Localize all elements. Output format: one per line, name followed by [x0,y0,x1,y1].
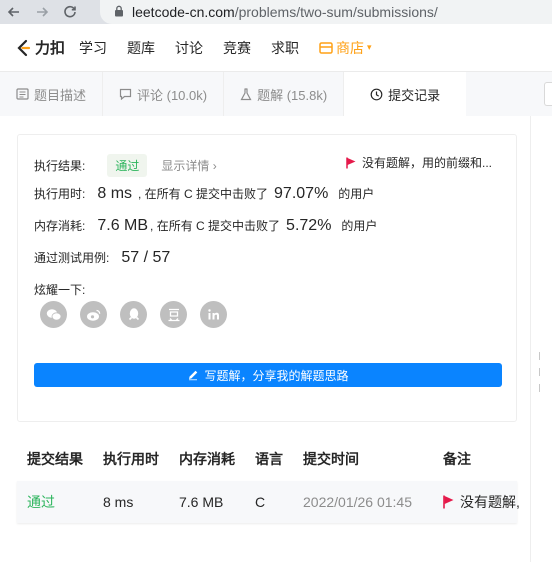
tab-label: 评论 (10.0k) [137,87,208,103]
row-runtime: 8 ms [103,494,134,510]
flag-icon [346,157,356,168]
submission-note[interactable]: 没有题解，用的前缀和... [346,154,492,171]
testcases-label: 通过测试用例: [34,251,110,265]
memory-value: 7.6 MB [97,217,149,234]
browser-toolbar: leetcode-cn.com/problems/two-sum/submiss… [0,0,552,24]
url-path: /problems/two-sum/submissions/ [234,4,438,20]
write-solution-button[interactable]: 写题解，分享我的解题思路 [34,363,502,387]
linkedin-icon[interactable] [200,301,227,328]
tab-label: 题目描述 [34,87,87,103]
memory-suffix: 的用户 [341,219,378,233]
table-row[interactable]: 通过 8 ms 7.6 MB C 2022/01/26 01:45 没有题解, [17,481,520,523]
address-bar[interactable]: leetcode-cn.com/problems/two-sum/submiss… [100,0,552,24]
submissions-panel: 执行结果: 通过 显示详情 › 没有题解，用的前缀和... 执行用时: 8 ms… [0,116,540,562]
flag-icon [443,495,454,509]
share-row: 炫耀一下: [34,281,85,298]
tab-solutions[interactable]: 题解 (15.8k) [224,72,345,116]
weibo-icon[interactable] [80,301,107,328]
row-note[interactable]: 没有题解, [443,492,520,512]
nav-item-contest[interactable]: 竞赛 [223,38,251,58]
memory-percentile: 5.72% [286,217,332,234]
chevron-down-icon: ▾ [367,42,372,52]
panel-toggle[interactable] [544,82,552,106]
submissions-table: 提交结果 执行用时 内存消耗 语言 提交时间 备注 通过 8 ms 7.6 MB… [17,437,520,523]
douban-icon[interactable] [160,301,187,328]
row-note-text: 没有题解, [460,494,520,510]
shop-label: 商店 [336,39,365,56]
col-header-language: 语言 [255,451,283,467]
status-badge: 通过 [107,154,148,177]
tab-comments[interactable]: 评论 (10.0k) [103,72,225,116]
nav-item-jobs[interactable]: 求职 [271,38,299,58]
submission-result-card: 执行结果: 通过 显示详情 › 没有题解，用的前缀和... 执行用时: 8 ms… [17,134,517,422]
share-label: 炫耀一下: [34,283,86,297]
status-row: 执行结果: 通过 显示详情 › [34,154,217,177]
tab-description[interactable]: 题目描述 [0,72,104,116]
forward-arrow-icon[interactable] [28,0,56,24]
splitter-bar[interactable] [530,116,552,562]
site-navbar: 力扣 学习 题库 讨论 竞赛 求职 商店 ▾ [0,24,552,72]
problem-tabs: 题目描述 评论 (10.0k) 题解 (15.8k) 提交记录 [0,72,552,116]
logo-text: 力扣 [35,40,66,57]
note-text: 没有题解，用的前缀和... [362,156,493,170]
row-result[interactable]: 通过 [27,492,55,512]
tab-label: 题解 (15.8k) [257,87,328,103]
runtime-value: 8 ms [97,185,133,202]
reload-icon[interactable] [56,0,84,24]
row-memory: 7.6 MB [179,494,224,510]
runtime-suffix: 的用户 [338,187,375,201]
tab-label: 提交记录 [388,87,441,103]
runtime-label: 执行用时: [34,187,86,201]
wechat-icon[interactable] [40,301,67,328]
runtime-percentile: 97.07% [274,185,329,202]
drag-handle-icon [539,352,540,392]
memory-label: 内存消耗: [34,219,86,233]
store-icon [319,41,333,54]
col-header-result: 提交结果 [27,451,83,467]
table-header: 提交结果 执行用时 内存消耗 语言 提交时间 备注 [17,437,517,481]
show-details-link[interactable]: 显示详情 › [161,157,216,174]
nav-item-shop[interactable]: 商店 ▾ [319,38,372,58]
qq-icon[interactable] [120,301,147,328]
col-header-memory: 内存消耗 [179,451,235,467]
col-header-runtime: 执行用时 [103,451,159,467]
comment-icon [119,88,132,100]
url-host: leetcode-cn.com [132,4,235,20]
nav-item-discuss[interactable]: 讨论 [175,38,203,58]
col-header-note: 备注 [443,451,471,467]
document-icon [16,88,29,100]
share-icons [40,301,240,328]
row-time: 2022/01/26 01:45 [303,494,412,510]
col-header-time: 提交时间 [303,451,359,467]
lock-icon [114,4,124,20]
pencil-icon [189,370,198,381]
runtime-beat-text: , 在所有 C 提交中击败了 [138,187,269,201]
status-label: 执行结果: [34,159,86,173]
tab-submissions[interactable]: 提交记录 [344,72,467,116]
leetcode-logo[interactable]: 力扣 [16,37,65,58]
testcases-value: 57 / 57 [121,249,171,266]
clock-icon [370,88,383,101]
nav-item-learn[interactable]: 学习 [79,38,107,58]
testcases-row: 通过测试用例: 57 / 57 [34,249,176,267]
flask-icon [240,87,252,101]
memory-row: 内存消耗: 7.6 MB , 在所有 C 提交中击败了 5.72% 的用户 [34,217,377,235]
runtime-row: 执行用时: 8 ms , 在所有 C 提交中击败了 97.07% 的用户 [34,185,374,203]
row-language: C [255,494,266,510]
back-arrow-icon[interactable] [0,0,28,24]
write-solution-label: 写题解，分享我的解题思路 [204,368,349,383]
nav-item-problems[interactable]: 题库 [127,38,155,58]
leetcode-logo-icon [17,39,31,56]
memory-beat-text: , 在所有 C 提交中击败了 [150,219,281,233]
